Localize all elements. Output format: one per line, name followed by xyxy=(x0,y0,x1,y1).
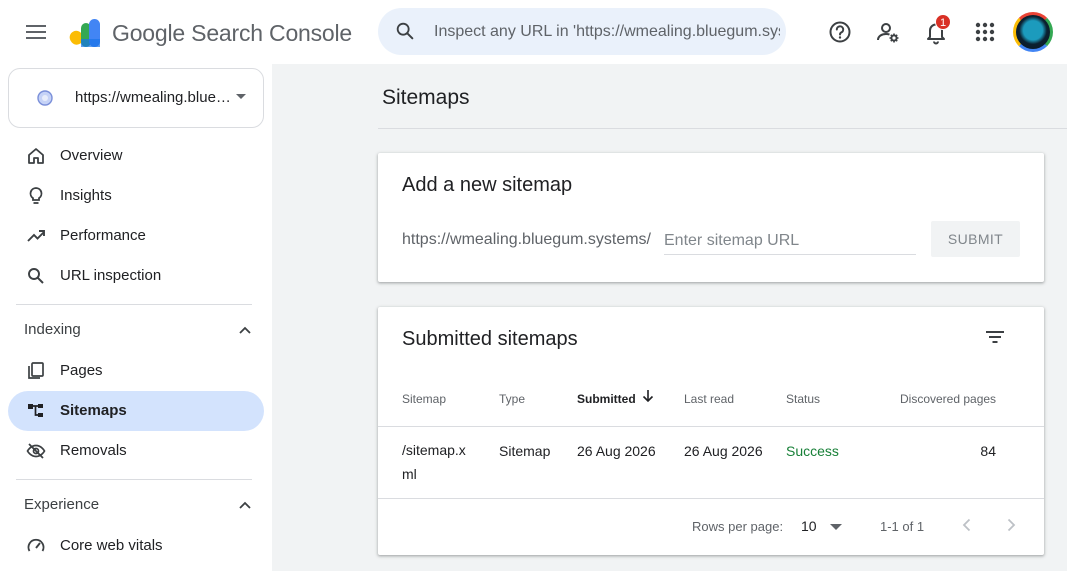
add-sitemap-title: Add a new sitemap xyxy=(402,174,573,196)
pages-icon xyxy=(28,362,44,379)
sidebar-item-label: Pages xyxy=(60,362,103,379)
top-bar: Google Search Console 1 xyxy=(0,0,1067,64)
column-header-status[interactable]: Status xyxy=(786,392,820,406)
sitemap-url-prefix: https://wmealing.bluegum.systems/ xyxy=(402,231,651,248)
section-indexing[interactable]: Indexing xyxy=(8,312,264,348)
cell-discovered-pages: 84 xyxy=(980,443,996,459)
rows-per-page-select[interactable]: 10 xyxy=(801,518,817,534)
chevron-up-icon xyxy=(239,501,251,509)
cell-last-read: 26 Aug 2026 xyxy=(684,443,763,459)
notification-count-badge: 1 xyxy=(935,14,951,30)
dropdown-caret-icon xyxy=(236,94,246,99)
search-console-logo-icon xyxy=(69,19,100,47)
pagination-range: 1-1 of 1 xyxy=(880,519,925,534)
cell-status: Success xyxy=(786,443,839,459)
cell-submitted: 26 Aug 2026 xyxy=(577,443,656,459)
filter-icon[interactable] xyxy=(983,325,1007,349)
cell-sitemap: /sitemap.xml xyxy=(402,442,466,482)
previous-page-icon[interactable] xyxy=(955,513,979,537)
table-header-divider xyxy=(378,426,1044,427)
sidebar-item-label: Core web vitals xyxy=(60,537,163,554)
dropdown-caret-icon[interactable] xyxy=(830,524,842,530)
sidebar-item-label: Insights xyxy=(60,187,112,204)
title-divider xyxy=(378,128,1067,129)
rows-per-page-label: Rows per page: xyxy=(692,519,784,534)
account-avatar[interactable] xyxy=(1013,12,1053,52)
sidebar-item-label: Performance xyxy=(60,227,146,244)
submitted-sitemaps-card: Submitted sitemaps Sitemap Type Submitte… xyxy=(378,307,1044,555)
next-page-icon[interactable] xyxy=(999,513,1023,537)
help-icon[interactable] xyxy=(826,18,854,46)
trending-up-icon xyxy=(27,230,45,242)
submitted-sitemaps-title: Submitted sitemaps xyxy=(402,328,578,350)
chevron-up-icon xyxy=(239,326,251,334)
add-sitemap-card: Add a new sitemap https://wmealing.blueg… xyxy=(378,153,1044,282)
column-header-submitted[interactable]: Submitted xyxy=(577,392,636,406)
sort-descending-icon[interactable] xyxy=(640,388,656,404)
main-menu-icon[interactable] xyxy=(22,20,50,44)
lightbulb-icon xyxy=(29,187,43,204)
sidebar-item-pages[interactable]: Pages xyxy=(8,351,264,391)
sidebar-item-sitemaps[interactable]: Sitemaps xyxy=(8,391,264,431)
column-header-discovered-pages[interactable]: Discovered pages xyxy=(900,392,996,406)
sidebar-item-overview[interactable]: Overview xyxy=(8,136,264,176)
property-selector[interactable]: https://wmealing.bluegum.systems/ xyxy=(8,68,264,128)
globe-icon xyxy=(37,90,53,106)
url-inspect-search[interactable] xyxy=(378,8,786,55)
sidebar-item-removals[interactable]: Removals xyxy=(8,431,264,471)
page-title: Sitemaps xyxy=(382,86,470,109)
left-sidebar: https://wmealing.bluegum.systems/ Overvi… xyxy=(0,64,272,571)
sidebar-item-performance[interactable]: Performance xyxy=(8,216,264,256)
submit-button[interactable]: SUBMIT xyxy=(931,221,1020,257)
apps-grid-icon[interactable] xyxy=(971,18,999,46)
sidebar-item-core-web-vitals[interactable]: Core web vitals xyxy=(8,526,264,566)
brand-name: Search Console xyxy=(191,20,353,46)
column-header-type[interactable]: Type xyxy=(499,392,525,406)
manage-users-icon[interactable] xyxy=(874,18,902,46)
section-experience[interactable]: Experience xyxy=(8,487,264,523)
sidebar-item-label: Sitemaps xyxy=(60,402,127,419)
column-header-sitemap[interactable]: Sitemap xyxy=(402,392,446,406)
section-label: Indexing xyxy=(24,321,81,338)
table-row-divider xyxy=(378,498,1044,499)
property-name: https://wmealing.bluegum.systems/ xyxy=(75,89,235,106)
visibility-off-icon xyxy=(26,443,46,459)
speed-icon xyxy=(27,538,45,552)
cell-type: Sitemap xyxy=(499,443,551,459)
search-icon xyxy=(396,22,414,40)
home-icon xyxy=(28,148,44,164)
sidebar-item-insights[interactable]: Insights xyxy=(8,176,264,216)
sidebar-divider xyxy=(16,304,252,305)
sidebar-item-label: Overview xyxy=(60,147,123,164)
sidebar-item-label: URL inspection xyxy=(60,267,162,284)
sitemap-url-input[interactable] xyxy=(664,227,916,255)
section-label: Experience xyxy=(24,496,100,513)
sidebar-item-label: Removals xyxy=(60,442,127,459)
search-icon xyxy=(28,268,44,284)
sidebar-item-url-inspection[interactable]: URL inspection xyxy=(8,256,264,296)
url-inspect-input[interactable] xyxy=(434,20,780,44)
app-title[interactable]: Google Search Console xyxy=(112,20,352,47)
sidebar-divider xyxy=(16,479,252,480)
sitemap-icon xyxy=(28,404,43,417)
brand-prefix: Google xyxy=(112,20,185,46)
column-header-last-read[interactable]: Last read xyxy=(684,392,734,406)
